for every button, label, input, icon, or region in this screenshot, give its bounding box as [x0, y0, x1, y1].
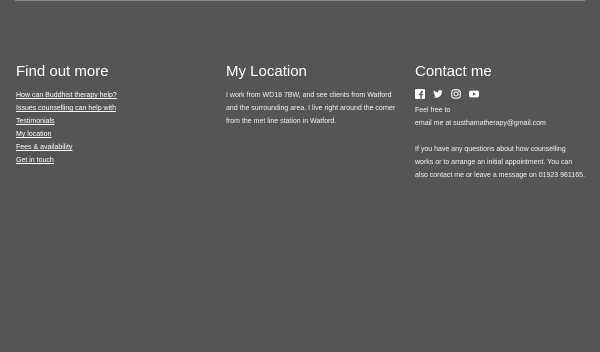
- link-issues[interactable]: Issues counselling can help with: [16, 105, 116, 112]
- contact-questions-text: If you have any questions about how coun…: [415, 146, 585, 179]
- find-out-more-section: Find out more How can Buddhist therapy h…: [16, 63, 206, 167]
- link-my-location[interactable]: My location: [16, 131, 51, 138]
- contact-intro-line-2: email me at susthamatherapy@gmail.com: [415, 120, 546, 127]
- location-section: My Location I work from WD18 7BW, and se…: [226, 63, 396, 128]
- contact-heading: Contact me: [415, 63, 492, 80]
- link-testimonials[interactable]: Testimonials: [16, 118, 55, 125]
- location-heading: My Location: [226, 63, 307, 80]
- twitter-icon[interactable]: [433, 89, 443, 99]
- divider: [15, 0, 585, 1]
- facebook-icon[interactable]: [415, 89, 425, 99]
- find-out-more-links: How can Buddhist therapy help? Issues co…: [16, 89, 206, 167]
- social-icons: [415, 89, 585, 99]
- location-text: I work from WD18 7BW, and see clients fr…: [226, 92, 396, 125]
- contact-intro-line-1: Feel free to: [415, 107, 451, 114]
- link-buddhist-therapy[interactable]: How can Buddhist therapy help?: [16, 92, 117, 99]
- contact-section: Contact me Feel free to email me at sust…: [415, 63, 585, 182]
- youtube-icon[interactable]: [469, 89, 479, 99]
- link-get-in-touch[interactable]: Get in touch: [16, 157, 54, 164]
- link-fees-availability[interactable]: Fees & availability: [16, 144, 72, 151]
- footer: Find out more How can Buddhist therapy h…: [0, 0, 600, 352]
- instagram-icon[interactable]: [451, 89, 461, 99]
- find-out-more-heading: Find out more: [16, 63, 109, 80]
